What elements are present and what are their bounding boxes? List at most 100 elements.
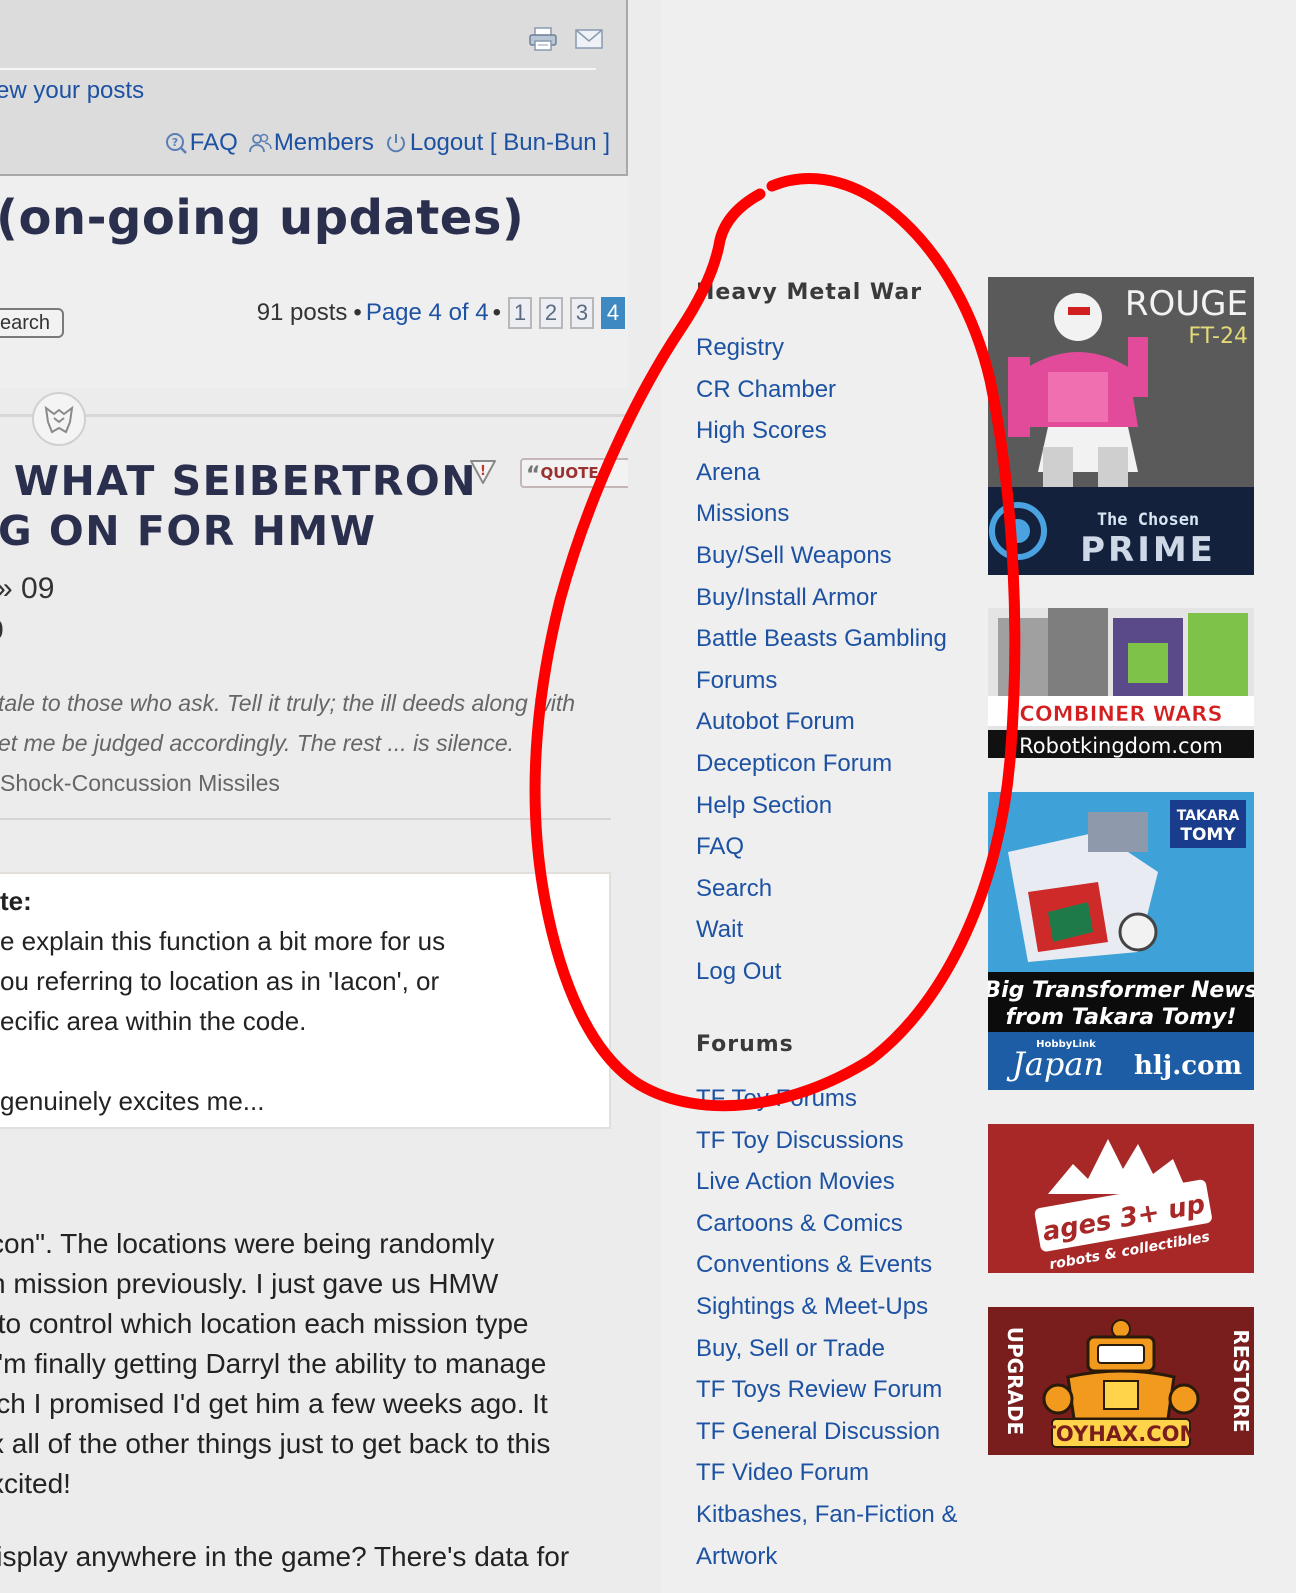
help-icon: ?: [165, 133, 187, 154]
sidebar-link-buy-sell-trade[interactable]: Buy, Sell or Trade: [696, 1334, 957, 1376]
post-divider: [0, 818, 611, 820]
sidebar-link-missions[interactable]: Missions: [696, 499, 947, 541]
sidebar-link-help-section[interactable]: Help Section: [696, 791, 947, 833]
pagination-separator: •: [353, 299, 362, 326]
header-divider: [0, 68, 596, 70]
page-button-3[interactable]: 3: [570, 297, 594, 329]
hmw-heading: Heavy Metal War: [696, 280, 923, 305]
envelope-icon[interactable]: [574, 26, 604, 52]
post-body-line: ich I promised I'd get him a few weeks a…: [0, 1388, 548, 1419]
sidebar-link-arena[interactable]: Arena: [696, 458, 947, 500]
members-link[interactable]: Members: [248, 129, 374, 157]
ad-rouge-title: ROUGE: [1125, 284, 1248, 324]
ad-toyhax-left: UPGRADE: [1003, 1327, 1027, 1435]
logout-link[interactable]: Logout [ Bun-Bun ]: [384, 129, 610, 157]
sidebar-link-tf-toy-forums[interactable]: TF Toy Forums: [696, 1084, 957, 1126]
ad-combiner-wars-art: COMBINER WARS Robotkingdom.com: [988, 608, 1254, 758]
sidebar-link-tf-toys-review-forum[interactable]: TF Toys Review Forum: [696, 1375, 957, 1417]
post-body-line: h mission previously. I just gave us HMW: [0, 1268, 499, 1299]
view-your-posts-link[interactable]: ew your posts: [0, 77, 144, 105]
sidebar-link-faq[interactable]: FAQ: [696, 832, 947, 874]
post-body-line: con". The locations were being randomly: [0, 1228, 495, 1259]
sidebar-link-tf-general-discussion[interactable]: TF General Discussion: [696, 1417, 957, 1459]
svg-text:?: ?: [172, 136, 178, 149]
sidebar-link-log-out[interactable]: Log Out: [696, 957, 947, 999]
pagination-separator: •: [492, 299, 501, 326]
sidebar-link-registry[interactable]: Registry: [696, 333, 947, 375]
ad-combiner-wars-title: COMBINER WARS: [1019, 702, 1222, 726]
ad-ages-3-up-banner[interactable]: ages 3+ up robots & collectibles: [988, 1124, 1254, 1273]
quote-line: genuinely excites me...: [0, 1086, 265, 1116]
report-icon[interactable]: !: [468, 458, 498, 486]
post-body-line: lisplay anywhere in the game? There's da…: [0, 1541, 570, 1572]
sidebar-link-conventions-events[interactable]: Conventions & Events: [696, 1250, 957, 1292]
sidebar-link-wait[interactable]: Wait: [696, 915, 947, 957]
ad-ages-3-up-art: ages 3+ up robots & collectibles: [988, 1124, 1254, 1273]
sidebar-link-live-action-movies[interactable]: Live Action Movies: [696, 1167, 957, 1209]
quote-author: te:: [0, 886, 32, 916]
page-button-current[interactable]: 4: [601, 297, 625, 329]
sidebar-link-sightings-meet-ups[interactable]: Sightings & Meet-Ups: [696, 1292, 957, 1334]
ad-rouge-art: ROUGE FT-24 The Chosen PRIME: [988, 277, 1254, 575]
post-title-line: WHAT SEIBERTRON: [0, 457, 478, 505]
quote-button-label: QUOTE: [540, 464, 599, 482]
ad-hlj-japan: Japan: [1006, 1045, 1104, 1083]
sidebar-link-high-scores[interactable]: High Scores: [696, 416, 947, 458]
autobot-logo-icon: [44, 405, 74, 434]
quote-button[interactable]: “QUOTE: [520, 458, 628, 488]
quote-mark-icon: “: [526, 463, 541, 488]
page-button-1[interactable]: 1: [508, 297, 532, 329]
sidebar-link-tf-video-forum[interactable]: TF Video Forum: [696, 1458, 957, 1500]
quote-line: ou referring to location as in 'Iacon', …: [0, 966, 440, 996]
ad-rouge-code: FT-24: [1188, 324, 1248, 349]
ad-rouge-banner[interactable]: ROUGE FT-24 The Chosen PRIME: [988, 277, 1254, 575]
ad-rouge-banner-bottom: PRIME: [1080, 530, 1216, 570]
pagination: 91 posts • Page 4 of 4 • 1 2 3 4: [257, 297, 625, 329]
page-of-link[interactable]: Page 4 of 4: [366, 299, 489, 327]
ad-hlj-line1: Big Transformer News: [988, 978, 1254, 1003]
quote-line: e explain this function a bit more for u…: [0, 926, 446, 956]
post-body-line: I'm finally getting Darryl the ability t…: [0, 1348, 547, 1379]
topic-title[interactable]: (on-going updates): [0, 190, 524, 246]
sidebar-link-tf-toy-discussions[interactable]: TF Toy Discussions: [696, 1126, 957, 1168]
ad-hlj-banner[interactable]: TAKARA TOMY Big Transformer News from Ta…: [988, 792, 1254, 1090]
signature-line: tale to those who ask. Tell it truly; th…: [0, 690, 576, 716]
quote-block: te: e explain this function a bit more f…: [0, 872, 611, 1129]
ad-hlj-brand-bottom: TOMY: [1180, 825, 1236, 845]
sidebar-link-forums[interactable]: Forums: [696, 666, 947, 708]
sidebar-link-cartoons-comics[interactable]: Cartoons & Comics: [696, 1209, 957, 1251]
ad-toyhax-right: RESTORE: [1229, 1329, 1253, 1432]
forums-menu: TF Toy Forums TF Toy Discussions Live Ac…: [696, 1084, 957, 1583]
sidebar-link-buy-sell-weapons[interactable]: Buy/Sell Weapons: [696, 541, 947, 583]
print-icon[interactable]: [528, 26, 558, 52]
forum-column: ew your posts ? FAQ Members Logout [ Bun…: [0, 0, 628, 1593]
quote-line: ecific area within the code.: [0, 1006, 307, 1036]
autobot-badge-icon: [32, 392, 86, 446]
post-date-detail: 0: [0, 614, 4, 646]
post-body-line: xcited!: [0, 1468, 71, 1499]
ad-toyhax-banner[interactable]: UPGRADE RESTORE TOYHAX.COM: [988, 1307, 1254, 1455]
sidebar-link-autobot-forum[interactable]: Autobot Forum: [696, 707, 947, 749]
members-icon: [248, 133, 272, 153]
post-title[interactable]: WHAT SEIBERTRON G ON FOR HMW: [0, 456, 477, 556]
ad-combiner-wars-banner[interactable]: COMBINER WARS Robotkingdom.com: [988, 608, 1254, 758]
ad-hlj-line2: from Takara Tomy!: [1006, 1005, 1237, 1030]
post-divider: [0, 414, 628, 417]
sidebar-link-search[interactable]: Search: [696, 874, 947, 916]
sidebar: Heavy Metal War Registry CR Chamber High…: [661, 0, 1296, 1593]
sidebar-link-battle-beasts-gambling[interactable]: Battle Beasts Gambling: [696, 624, 947, 666]
sidebar-link-kitbashes-fan-fiction[interactable]: Kitbashes, Fan-Fiction &: [696, 1500, 957, 1542]
logout-label: Logout [ Bun-Bun ]: [409, 129, 610, 156]
sidebar-link-cr-chamber[interactable]: CR Chamber: [696, 375, 947, 417]
sidebar-link-buy-install-armor[interactable]: Buy/Install Armor: [696, 583, 947, 625]
post-count: 91 posts: [256, 299, 348, 326]
sidebar-link-decepticon-forum[interactable]: Decepticon Forum: [696, 749, 947, 791]
members-label: Members: [273, 129, 374, 156]
faq-link[interactable]: ? FAQ: [164, 129, 238, 157]
header-links: ? FAQ Members Logout [ Bun-Bun ]: [164, 129, 610, 157]
power-icon: [386, 134, 405, 153]
sidebar-link-artwork[interactable]: Artwork: [696, 1542, 957, 1584]
page-button-2[interactable]: 2: [539, 297, 563, 329]
post-body-line: to control which location each mission t…: [0, 1308, 529, 1339]
search-topic-button[interactable]: earch: [0, 308, 64, 338]
